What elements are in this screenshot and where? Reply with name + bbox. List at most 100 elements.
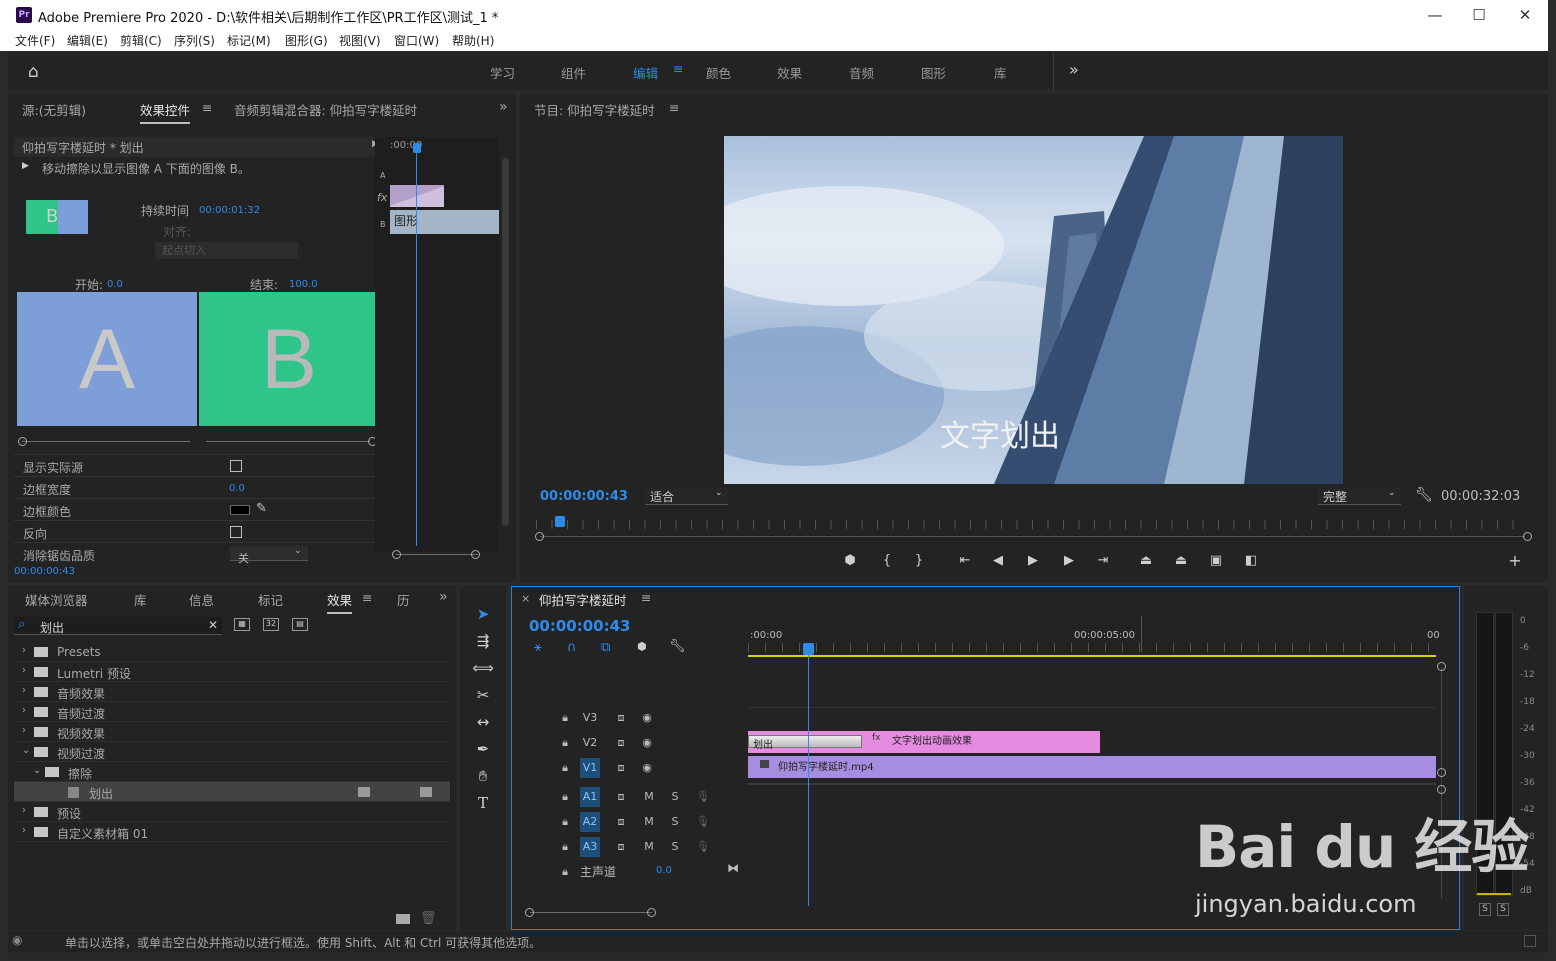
effects-list-item[interactable]: › Lumetri 预设	[14, 662, 450, 682]
sync-lock-icon[interactable]: ⧈	[611, 733, 631, 753]
timeline-playhead-handle[interactable]	[803, 643, 814, 655]
track-target-a3[interactable]: A3	[580, 837, 600, 857]
align-dropdown[interactable]: 起点切入	[155, 242, 298, 259]
lock-icon[interactable]: 🔒︎	[555, 837, 575, 857]
chevron-down-icon[interactable]: ⌄	[22, 745, 30, 756]
vscroll-handle-mid[interactable]	[1437, 768, 1446, 777]
clip-v1-video[interactable]: 仰拍写字楼延时.mp4	[748, 756, 1436, 778]
transition-clip-wipe[interactable]: 划出	[748, 735, 862, 751]
hscroll-handle-right[interactable]	[647, 908, 656, 917]
workspace-effects[interactable]: 效果	[777, 63, 802, 82]
tab-audio-clip-mixer[interactable]: 音频剪辑混合器: 仰拍写字楼延时	[234, 100, 417, 119]
clear-search-icon[interactable]: ✕	[208, 618, 218, 632]
preview-play-icon[interactable]: ▶	[22, 161, 29, 171]
sync-lock-icon[interactable]: ⧈	[611, 787, 631, 807]
voiceover-mic-icon[interactable]: 🎙︎	[693, 812, 713, 832]
show-source-checkbox[interactable]	[230, 460, 242, 472]
program-video-frame[interactable]: 文字划出	[724, 136, 1343, 484]
effect-controls-timecode[interactable]: 00:00:00:43	[14, 566, 75, 577]
tab-libraries[interactable]: 库	[134, 590, 147, 609]
mute-button[interactable]: M	[639, 787, 659, 807]
track-target-v2[interactable]: V2	[580, 733, 600, 753]
fit-dropdown[interactable]: 适合 ⌄	[645, 488, 728, 505]
effects-search-input[interactable]: ⌕ 划出 ✕	[14, 617, 222, 635]
workspace-libraries[interactable]: 库	[994, 63, 1007, 82]
mini-scroll-handle-right[interactable]	[471, 550, 480, 559]
effects-menu-icon[interactable]: ≡	[362, 590, 372, 605]
program-menu-icon[interactable]: ≡	[669, 100, 679, 115]
add-marker-icon[interactable]: ⬢	[637, 640, 647, 653]
workspace-color[interactable]: 颜色	[706, 63, 731, 82]
chevron-right-icon[interactable]: ›	[22, 725, 26, 736]
32bit-effects-icon[interactable]: 32	[263, 618, 279, 631]
menu-window[interactable]: 窗口(W)	[394, 32, 439, 49]
sync-lock-icon[interactable]: ⧈	[611, 708, 631, 728]
chevron-right-icon[interactable]: ›	[22, 805, 26, 816]
tab-effect-controls[interactable]: 效果控件	[140, 100, 191, 124]
maximize-button[interactable]: ☐	[1467, 4, 1491, 26]
effects-list-item[interactable]: 划出	[14, 782, 450, 802]
go-to-in-icon[interactable]: ⇤	[955, 552, 975, 570]
sync-lock-icon[interactable]: ⧈	[611, 812, 631, 832]
sequence-tab[interactable]: 仰拍写字楼延时	[539, 590, 627, 609]
menu-edit[interactable]: 编辑(E)	[67, 32, 108, 49]
play-icon[interactable]: ▶︎	[1023, 552, 1043, 570]
step-back-icon[interactable]: ◀︎	[988, 552, 1008, 570]
mark-out-icon[interactable]: }	[909, 552, 929, 570]
mini-horizontal-scrollbar[interactable]	[396, 554, 478, 555]
selection-tool-icon[interactable]: ➤	[470, 603, 496, 625]
effects-list-item[interactable]: › 音频效果	[14, 682, 450, 702]
eye-icon[interactable]: ◉	[637, 758, 657, 778]
workspace-editing[interactable]: 编辑	[633, 63, 658, 82]
track-target-a2[interactable]: A2	[580, 812, 600, 832]
border-color-swatch[interactable]	[230, 505, 250, 515]
menu-graphics[interactable]: 图形(G)	[285, 32, 328, 49]
menu-help[interactable]: 帮助(H)	[452, 32, 494, 49]
tab-info[interactable]: 信息	[189, 590, 214, 609]
lock-icon[interactable]: 🔒︎	[555, 787, 575, 807]
tab-media-browser[interactable]: 媒体浏览器	[25, 590, 88, 609]
sync-lock-icon[interactable]: ⧈	[611, 837, 631, 857]
mini-graphic-clip[interactable]: 图形	[390, 210, 499, 234]
linked-selection-icon[interactable]: ⧉	[601, 640, 610, 655]
timeline-ruler[interactable]	[748, 643, 1436, 652]
timeline-timecode[interactable]: 00:00:00:43	[529, 617, 631, 635]
mute-button[interactable]: M	[639, 837, 659, 857]
work-area-bar[interactable]	[748, 655, 1436, 657]
mini-vertical-scrollbar[interactable]	[502, 158, 509, 526]
ripple-edit-tool-icon[interactable]: ⟺	[470, 657, 496, 679]
go-to-out-icon[interactable]: ⇥	[1093, 552, 1113, 570]
voiceover-mic-icon[interactable]: 🎙︎	[693, 787, 713, 807]
workspace-graphics[interactable]: 图形	[921, 63, 946, 82]
close-button[interactable]: ✕	[1513, 4, 1537, 26]
workspace-menu-icon[interactable]: ≡	[673, 61, 683, 76]
mini-playhead[interactable]	[416, 146, 417, 546]
menu-file[interactable]: 文件(F)	[15, 32, 55, 49]
tab-history[interactable]: 历	[397, 590, 410, 609]
lift-icon[interactable]: ⏏︎	[1136, 552, 1156, 570]
master-volume-value[interactable]: 0.0	[656, 865, 672, 876]
track-target-v1[interactable]: V1	[580, 758, 600, 778]
hand-tool-icon[interactable]: ✋︎	[470, 765, 496, 787]
more-workspaces-icon[interactable]: »	[1069, 60, 1079, 79]
chevron-right-icon[interactable]: ›	[22, 825, 26, 836]
vscroll-handle-audio[interactable]	[1437, 785, 1446, 794]
add-marker-icon[interactable]: ⬢	[840, 552, 860, 570]
track-select-tool-icon[interactable]: ⇶	[470, 630, 496, 652]
timeline-settings-icon[interactable]: 🔧︎	[669, 639, 686, 654]
tab-markers[interactable]: 标记	[258, 590, 283, 609]
effects-list-item[interactable]: › 自定义素材箱 01	[14, 822, 450, 842]
track-target-v3[interactable]: V3	[580, 708, 600, 728]
zoom-handle-left[interactable]	[535, 532, 544, 541]
mute-button[interactable]: M	[639, 812, 659, 832]
mini-playhead-handle[interactable]	[413, 143, 421, 153]
export-frame-icon[interactable]: ▣	[1206, 552, 1226, 570]
solo-button[interactable]: S	[665, 787, 685, 807]
menu-marker[interactable]: 标记(M)	[227, 32, 271, 49]
comparison-view-icon[interactable]: ◧	[1241, 552, 1261, 570]
zoom-handle-right[interactable]	[1523, 532, 1532, 541]
extract-icon[interactable]: ⏏︎	[1171, 552, 1191, 570]
more-tabs-icon[interactable]: »	[439, 589, 448, 605]
chevron-down-icon[interactable]: ⌄	[33, 765, 41, 776]
program-ruler[interactable]	[536, 520, 1528, 529]
